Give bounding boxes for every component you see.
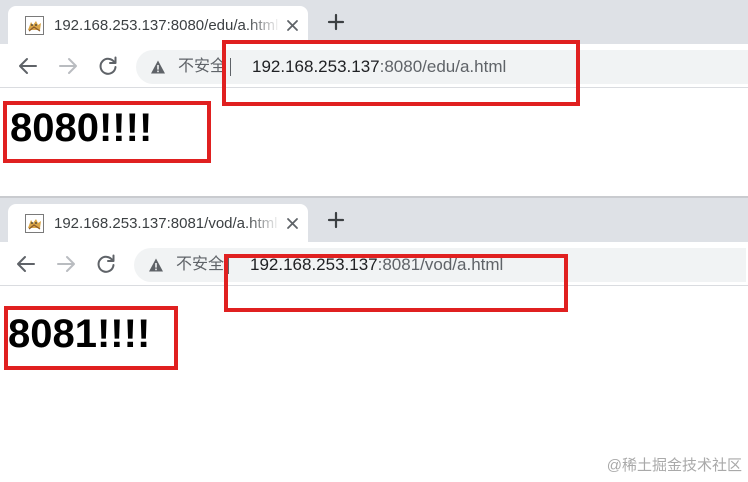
close-icon[interactable] [284,215,301,232]
active-tab[interactable]: 192.168.253.137:8081/vod/a.html [8,204,308,242]
browser-window-8081: 192.168.253.137:8081/vod/a.html 不安全 192.… [0,198,748,482]
tab-strip: 192.168.253.137:8081/vod/a.html [0,198,748,242]
security-label[interactable]: 不安全 [178,57,226,77]
url-annotation-box [222,40,580,106]
reload-icon[interactable] [96,54,120,78]
active-tab[interactable]: 192.168.253.137:8080/edu/a.html [8,6,308,44]
plus-icon[interactable] [324,10,348,34]
warning-triangle-icon[interactable] [150,59,166,75]
tab-strip: 192.168.253.137:8080/edu/a.html [0,0,748,44]
close-icon[interactable] [284,17,301,34]
reload-icon[interactable] [94,252,118,276]
arrow-right-icon[interactable] [56,54,80,78]
plus-icon[interactable] [324,208,348,232]
watermark: @稀土掘金技术社区 [606,457,742,474]
tomcat-favicon-icon [25,16,44,35]
security-label[interactable]: 不安全 [176,255,224,275]
arrow-right-icon[interactable] [54,252,78,276]
tab-title: 192.168.253.137:8081/vod/a.html [54,215,278,232]
tab-title: 192.168.253.137:8080/edu/a.html [54,17,279,34]
warning-triangle-icon[interactable] [148,257,164,273]
arrow-left-icon[interactable] [14,252,38,276]
heading-annotation-box [3,101,211,163]
arrow-left-icon[interactable] [16,54,40,78]
tomcat-favicon-icon [25,214,44,233]
url-annotation-box [224,254,568,312]
browser-window-8080: 192.168.253.137:8080/edu/a.html 不安全 192.… [0,0,748,196]
heading-annotation-box [4,306,178,370]
